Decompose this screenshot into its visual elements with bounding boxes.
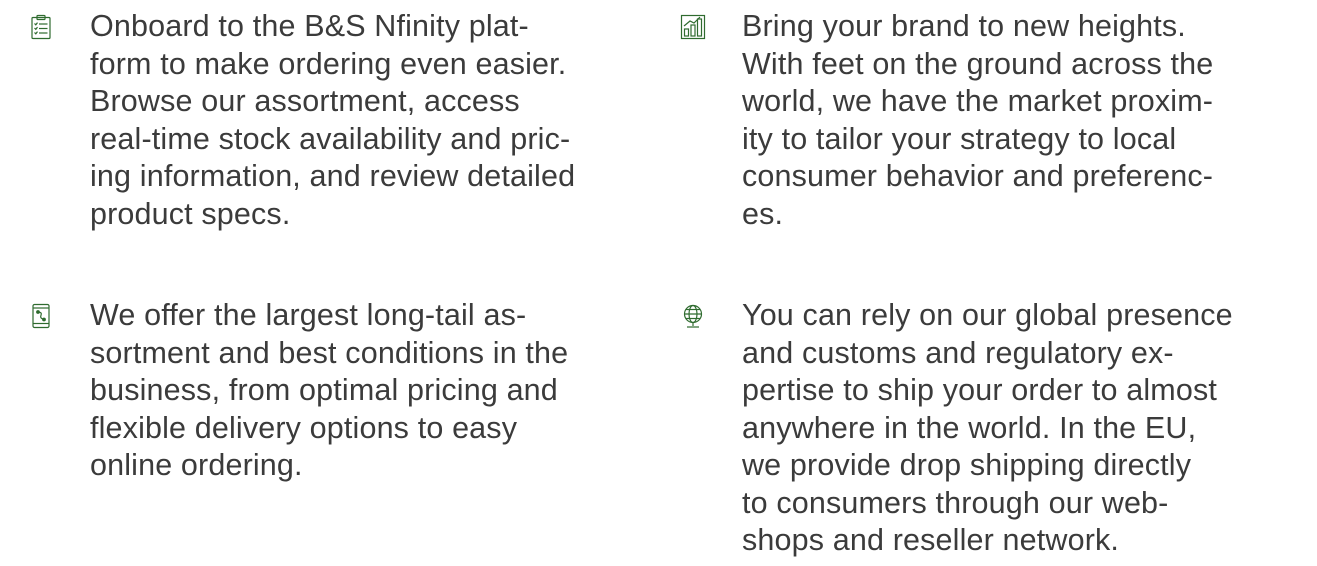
- feature-text: We offer the largest long-tail as- sortm…: [90, 298, 569, 482]
- feature-brand-growth: Bring your brand to new heights. With fe…: [680, 8, 1317, 233]
- feature-text: Onboard to the B&S Nfinity plat- form to…: [90, 9, 576, 231]
- mobile-route-icon: [28, 303, 54, 329]
- feature-text: Bring your brand to new heights. With fe…: [742, 9, 1214, 231]
- feature-global-shipping: You can rely on our global presence and …: [680, 297, 1317, 560]
- feature-ordering-platform: Onboard to the B&S Nfinity plat- form to…: [28, 8, 650, 233]
- feature-assortment: We offer the largest long-tail as- sortm…: [28, 297, 650, 485]
- features-grid: Onboard to the B&S Nfinity plat- form to…: [0, 0, 1317, 566]
- growth-chart-icon: [680, 14, 706, 40]
- feature-text: You can rely on our global presence and …: [742, 298, 1233, 557]
- globe-icon: [680, 303, 706, 329]
- clipboard-checklist-icon: [28, 14, 54, 40]
